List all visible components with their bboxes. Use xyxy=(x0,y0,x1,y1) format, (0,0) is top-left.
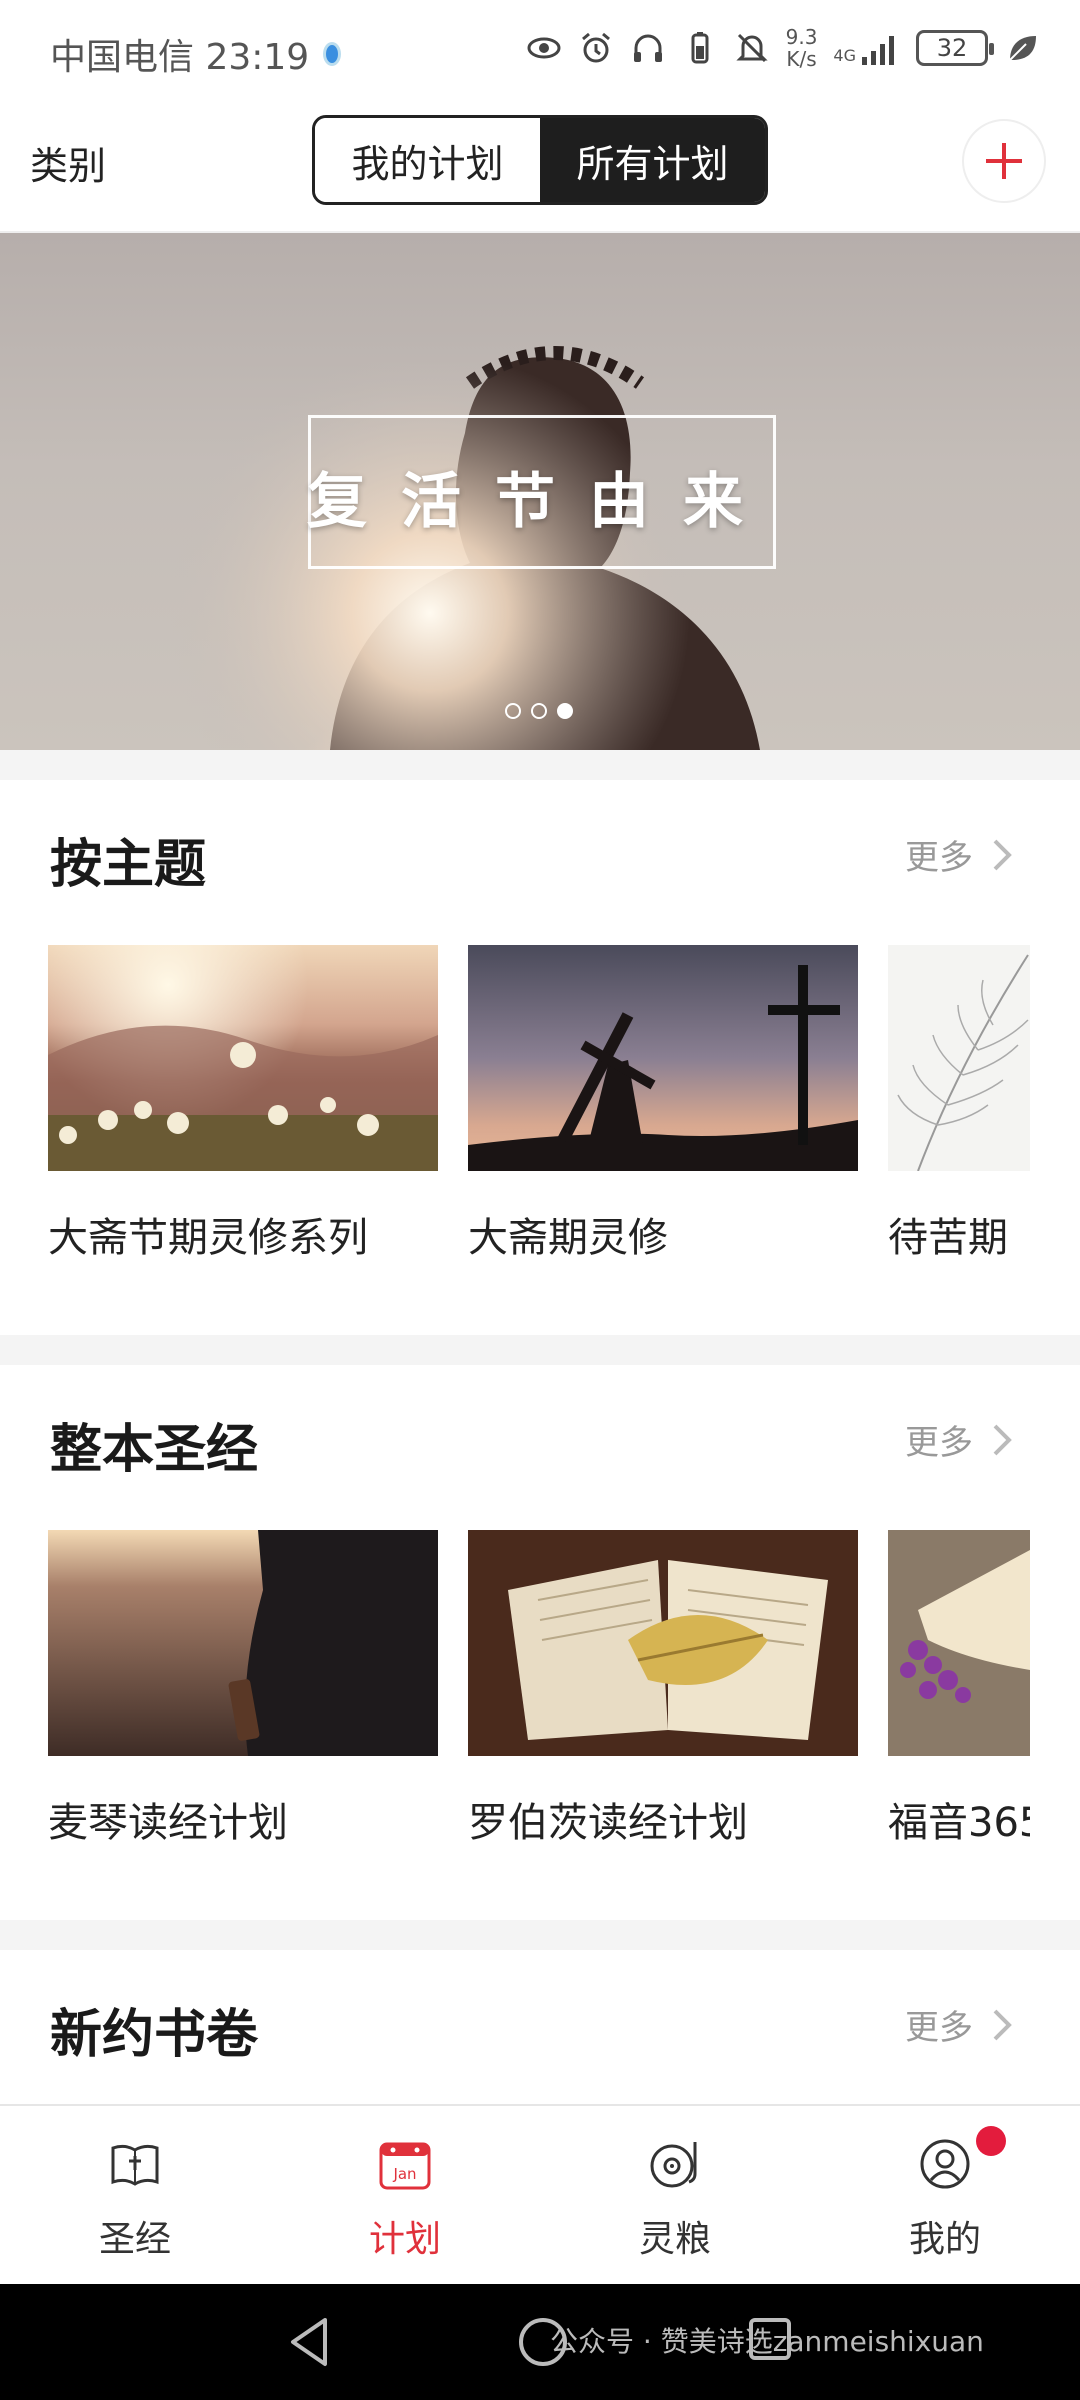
bible-book-icon xyxy=(111,2144,159,2186)
plan-thumbnail xyxy=(888,945,1030,1171)
nav-mine[interactable]: 我的 xyxy=(865,2134,1025,2262)
carousel-dot-active xyxy=(557,703,573,719)
plan-card[interactable]: 福音365 xyxy=(888,1530,1030,1848)
more-label: 更多 xyxy=(905,838,973,878)
plus-icon xyxy=(986,143,1022,179)
person-icon xyxy=(920,2139,970,2189)
carousel-indicator xyxy=(505,703,573,719)
nav-bible[interactable]: 圣经 xyxy=(55,2134,215,2262)
plan-card[interactable]: 待苦期 xyxy=(888,945,1030,1263)
signal-icon xyxy=(862,36,894,65)
app-notification-icon xyxy=(323,42,342,66)
section-title: 整本圣经 xyxy=(50,1420,259,1480)
more-label: 更多 xyxy=(905,1423,973,1463)
status-bar: 中国电信 23:19 9.3 K/s 4G 32 xyxy=(0,0,1080,105)
back-icon[interactable] xyxy=(285,2314,335,2370)
more-link[interactable]: 更多 xyxy=(905,2000,1013,2049)
net-speed: 9.3 K/s xyxy=(786,26,818,70)
eye-icon xyxy=(527,37,561,59)
banner-carousel[interactable]: 复活节由来 xyxy=(0,233,1080,750)
net-speed-value: 9.3 xyxy=(785,25,818,49)
more-link[interactable]: 更多 xyxy=(905,830,1013,879)
nav-label: 我的 xyxy=(908,2219,981,2260)
net-speed-unit: K/s xyxy=(786,47,817,71)
banner-title: 复活节由来 xyxy=(307,467,777,537)
chevron-right-icon xyxy=(993,839,1012,870)
plan-segment-control: 我的计划 所有计划 xyxy=(312,115,768,205)
watermark: 公众号 · 赞美诗选zanmeishixuan xyxy=(550,2325,984,2358)
calendar-icon: Jan xyxy=(379,2142,431,2190)
category-button[interactable]: 类别 xyxy=(30,135,106,190)
network-type: 4G xyxy=(833,46,856,65)
plan-card[interactable]: 大斋期灵修 xyxy=(468,945,858,1263)
nav-devotional[interactable]: 灵粮 xyxy=(595,2134,755,2262)
plan-card[interactable]: 大斋节期灵修系列 xyxy=(48,945,438,1263)
nav-label: 计划 xyxy=(368,2219,441,2260)
more-link[interactable]: 更多 xyxy=(905,1415,1013,1464)
carousel-dot xyxy=(505,703,521,719)
tab-my-plans[interactable]: 我的计划 xyxy=(315,118,540,202)
nav-label: 灵粮 xyxy=(638,2219,711,2260)
nav-plans[interactable]: Jan 计划 xyxy=(325,2134,485,2262)
record-disc-icon xyxy=(650,2142,697,2188)
plan-card-title: 福音365 xyxy=(888,1800,1030,1846)
tab-all-plans[interactable]: 所有计划 xyxy=(540,118,765,202)
signal-group: 4G xyxy=(833,31,900,65)
battery-indicator: 32 xyxy=(916,30,994,66)
battery-saver-icon xyxy=(691,32,709,64)
alarm-icon xyxy=(581,32,610,63)
notification-badge xyxy=(976,2126,1006,2156)
carousel-dot xyxy=(531,703,547,719)
carrier-time: 中国电信 23:19 xyxy=(50,37,310,78)
plan-thumbnail xyxy=(468,1530,858,1756)
add-plan-button[interactable] xyxy=(962,119,1046,203)
mute-bell-icon xyxy=(735,33,768,63)
plan-card[interactable]: 罗伯茨读经计划 xyxy=(468,1530,858,1848)
headphones-icon xyxy=(633,34,662,62)
calendar-icon-text: Jan xyxy=(392,2165,416,2183)
plan-thumbnail xyxy=(48,1530,438,1756)
plan-card-title: 待苦期 xyxy=(888,1215,1008,1261)
plan-card[interactable]: 麦琴读经计划 xyxy=(48,1530,438,1848)
leaf-icon xyxy=(1009,36,1036,61)
plan-card-title: 罗伯茨读经计划 xyxy=(468,1800,748,1846)
section-new-testament: 新约书卷 更多 xyxy=(0,1950,1080,2104)
section-divider xyxy=(0,1920,1080,1950)
section-title: 按主题 xyxy=(50,835,207,895)
status-right: 9.3 K/s 4G 32 xyxy=(526,26,1040,70)
plan-thumbnail xyxy=(468,945,858,1171)
plan-card-title: 大斋期灵修 xyxy=(468,1215,668,1261)
system-navigation-bar: 公众号 · 赞美诗选zanmeishixuan xyxy=(0,2284,1080,2400)
section-divider xyxy=(0,750,1080,780)
bottom-navigation: 圣经 Jan 计划 灵粮 我的 xyxy=(0,2104,1080,2284)
status-left: 中国电信 23:19 xyxy=(50,28,342,80)
more-label: 更多 xyxy=(905,2008,973,2048)
section-whole-bible: 整本圣经 更多 麦琴读经计划 罗伯茨读经计划 福音365 xyxy=(0,1365,1080,1920)
plan-thumbnail xyxy=(48,945,438,1171)
top-app-bar: 类别 我的计划 所有计划 xyxy=(0,105,1080,233)
battery-level: 32 xyxy=(936,34,968,62)
plan-card-title: 大斋节期灵修系列 xyxy=(48,1215,368,1261)
chevron-right-icon xyxy=(993,2009,1012,2040)
section-divider xyxy=(0,1335,1080,1365)
plan-thumbnail xyxy=(888,1530,1030,1756)
section-title: 新约书卷 xyxy=(50,2005,259,2065)
chevron-right-icon xyxy=(993,1424,1012,1455)
nav-label: 圣经 xyxy=(98,2219,171,2260)
plan-card-title: 麦琴读经计划 xyxy=(48,1800,288,1846)
section-by-topic: 按主题 更多 大斋节期灵修系列 大斋期灵修 待苦期 xyxy=(0,780,1080,1335)
